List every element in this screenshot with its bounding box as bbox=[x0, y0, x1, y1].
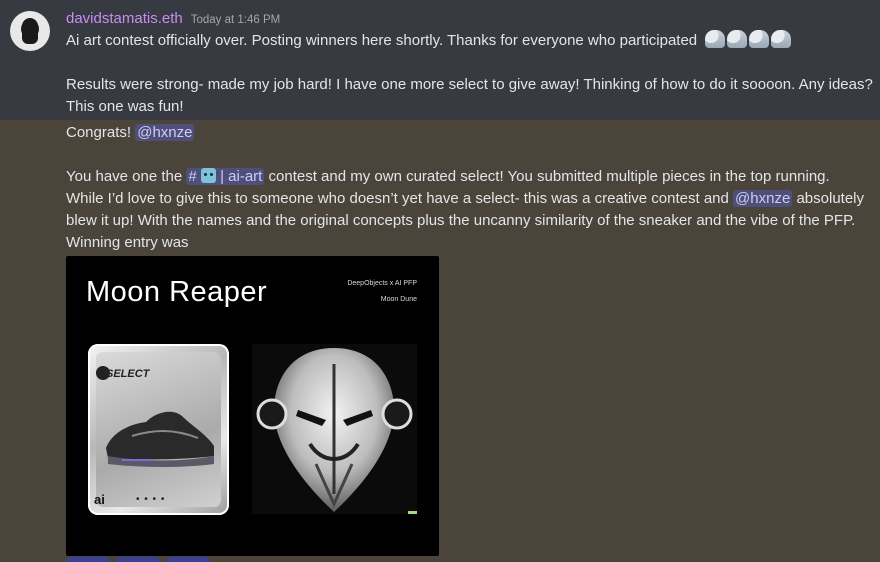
message-line-6: While I’d love to give this to someone w… bbox=[66, 188, 864, 210]
image-attachment[interactable]: Moon Reaper DeepObjects x AI PFP Moon Du… bbox=[66, 256, 439, 556]
flexed-biceps-icon bbox=[771, 30, 792, 49]
sneaker-card: SELECT ai • • • • bbox=[88, 344, 229, 515]
message-line-7: blew it up! With the names and the origi… bbox=[66, 212, 856, 229]
message-text: You have one the bbox=[66, 168, 183, 185]
chat-view: davidstamatis.eth Today at 1:46 PM Ai ar… bbox=[0, 0, 880, 562]
artwork-meta-collab: DeepObjects x AI PFP bbox=[347, 280, 417, 287]
reactions-bar bbox=[66, 557, 210, 562]
reaction-button[interactable] bbox=[66, 557, 110, 562]
reaction-button[interactable] bbox=[116, 557, 160, 562]
mask-icon bbox=[256, 348, 413, 512]
image-indicator bbox=[408, 511, 417, 514]
message-text: absolutely bbox=[796, 190, 865, 207]
avatar[interactable] bbox=[10, 11, 50, 51]
message-text: Congrats! bbox=[66, 124, 132, 141]
channel-hash: # bbox=[188, 168, 197, 185]
channel-mention[interactable]: # | ai-art bbox=[186, 168, 265, 185]
flexed-biceps-icon bbox=[727, 30, 748, 49]
message-line-4: Congrats! @hxnze bbox=[66, 122, 195, 144]
channel-name: | ai-art bbox=[220, 168, 263, 185]
timestamp: Today at 1:46 PM bbox=[190, 14, 281, 26]
username[interactable]: davidstamatis.eth bbox=[66, 10, 183, 27]
message-text: Ai art contest officially over. Posting … bbox=[66, 32, 698, 49]
emoji-group bbox=[705, 30, 793, 52]
reaper-mask-image bbox=[252, 344, 417, 514]
card-bottom-logo: ai bbox=[94, 492, 105, 507]
card-brand-text: SELECT bbox=[106, 368, 150, 380]
message-text: While I’d love to give this to someone w… bbox=[66, 190, 729, 207]
message-line-1: Ai art contest officially over. Posting … bbox=[66, 30, 793, 52]
message-line-5: You have one the # | ai-art contest and … bbox=[66, 166, 830, 188]
user-mention[interactable]: @hxnze bbox=[135, 124, 195, 141]
reaction-button[interactable] bbox=[166, 557, 210, 562]
message-header: davidstamatis.eth Today at 1:46 PM bbox=[66, 10, 280, 30]
artwork-title: Moon Reaper bbox=[86, 276, 268, 308]
message-text: contest and my own curated select! You s… bbox=[268, 168, 830, 185]
message-line-3: This one was fun! bbox=[66, 98, 184, 115]
flexed-biceps-icon bbox=[705, 30, 726, 49]
flexed-biceps-icon bbox=[749, 30, 770, 49]
message-line-2: Results were strong- made my job hard! I… bbox=[66, 76, 873, 93]
message-line-8: Winning entry was bbox=[66, 234, 189, 251]
robot-icon bbox=[200, 168, 216, 183]
avatar-figure bbox=[22, 18, 38, 44]
artwork-meta-subtitle: Moon Dune bbox=[380, 296, 417, 303]
card-dots: • • • • bbox=[136, 494, 166, 505]
user-mention[interactable]: @hxnze bbox=[733, 190, 793, 207]
sneaker-icon bbox=[106, 411, 214, 467]
